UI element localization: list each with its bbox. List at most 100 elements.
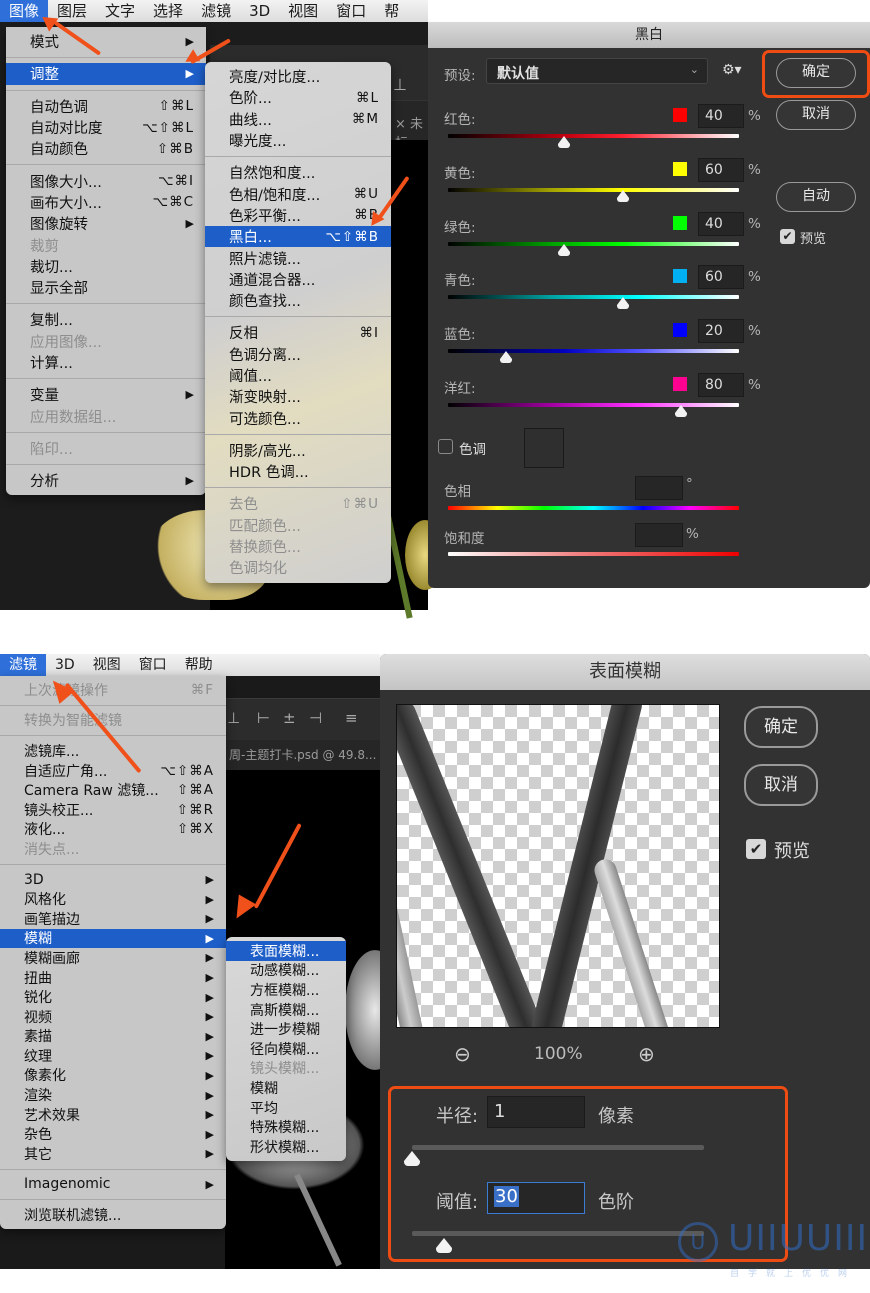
menu-item[interactable]: 色调分离... — [205, 344, 391, 365]
menubar-item[interactable]: 选择 — [144, 0, 192, 22]
menu-item[interactable]: 镜头模糊... — [226, 1059, 346, 1079]
menu-item[interactable]: 阴影/高光... — [205, 440, 391, 461]
menu-item[interactable]: 视频 ▶ — [0, 1007, 226, 1027]
menu-item[interactable]: 自然饱和度... — [205, 162, 391, 183]
menu-item[interactable]: 镜头校正... ⇧⌘R — [0, 800, 226, 820]
menu-item[interactable]: 色调均化 — [205, 557, 391, 578]
align-center-icon[interactable]: ± — [283, 709, 296, 727]
menu-item[interactable]: 裁剪 — [6, 234, 206, 255]
channel-value-input[interactable]: 60 — [698, 157, 744, 182]
menu-item[interactable]: 显示全部 — [6, 277, 206, 298]
ok-button[interactable]: 确定 — [744, 706, 818, 748]
channel-slider-track[interactable] — [448, 349, 739, 354]
channel-slider-track[interactable] — [448, 241, 739, 246]
menu-item[interactable]: Imagenomic ▶ — [0, 1175, 226, 1195]
preview-checkbox[interactable]: ✔ — [746, 839, 766, 859]
channel-value-input[interactable]: 80 — [698, 373, 744, 397]
menu-item[interactable]: 自动对比度 ⌥⇧⌘L — [6, 117, 206, 138]
menu-item[interactable]: 匹配颜色... — [205, 515, 391, 536]
menu-item[interactable]: 曲线... ⌘M — [205, 109, 391, 130]
menubar-item[interactable]: 滤镜 — [192, 0, 240, 22]
menu-item[interactable]: 消失点... — [0, 839, 226, 859]
menu-item[interactable]: 颜色查找... — [205, 290, 391, 311]
menu-item[interactable]: 分析 ▶ — [6, 470, 206, 491]
menu-item[interactable]: 形状模糊... — [226, 1137, 346, 1157]
channel-slider-track[interactable] — [448, 295, 739, 300]
menu-item[interactable]: 阈值... — [205, 365, 391, 386]
menubar-item[interactable]: 文字 — [96, 0, 144, 22]
menu-item[interactable]: 色阶... ⌘L — [205, 87, 391, 108]
menu-item[interactable]: 方框模糊... — [226, 980, 346, 1000]
menubar-item[interactable]: 窗口 — [327, 0, 375, 22]
channel-value-input[interactable]: 60 — [698, 265, 744, 290]
align-icon[interactable]: ⊥ — [393, 75, 407, 94]
menu-item[interactable]: 模糊 — [226, 1078, 346, 1098]
channel-slider-track[interactable] — [448, 134, 739, 138]
menu-item[interactable]: 画笔描边 ▶ — [0, 909, 226, 929]
menu-item[interactable]: 自动色调 ⇧⌘L — [6, 96, 206, 117]
menubar-item[interactable]: 3D — [240, 0, 279, 22]
gear-icon[interactable]: ⚙︎▾ — [722, 62, 742, 78]
tint-checkbox[interactable] — [438, 439, 453, 454]
menu-item[interactable]: 模糊画廊 ▶ — [0, 948, 226, 968]
menu-item[interactable]: 自适应广角... ⌥⇧⌘A — [0, 761, 226, 781]
menu-item[interactable]: 风格化 ▶ — [0, 889, 226, 909]
menu-item[interactable]: Camera Raw 滤镜... ⇧⌘A — [0, 780, 226, 800]
menubar-item[interactable]: 视图 — [279, 0, 327, 22]
saturation-input[interactable] — [635, 523, 683, 547]
menu-item[interactable]: 画布大小... ⌥⌘C — [6, 192, 206, 213]
menu-item[interactable]: 变量 ▶ — [6, 384, 206, 405]
menubar-item[interactable]: 帮助 — [176, 654, 222, 676]
zoom-out-icon[interactable]: ⊖ — [454, 1042, 471, 1066]
preset-select[interactable]: 默认值 ⌄ — [486, 58, 708, 84]
menu-item[interactable]: 可选颜色... — [205, 407, 391, 428]
menu-item[interactable]: 锐化 ▶ — [0, 987, 226, 1007]
channel-slider-track[interactable] — [448, 187, 739, 192]
zoom-in-icon[interactable]: ⊕ — [638, 1042, 655, 1066]
menu-item[interactable]: 应用图像... — [6, 331, 206, 352]
menu-item[interactable]: 去色 ⇧⌘U — [205, 493, 391, 514]
hue-input[interactable] — [635, 476, 683, 500]
menu-item[interactable]: 模糊 ▶ — [0, 928, 226, 949]
tint-color-swatch[interactable] — [524, 428, 564, 468]
menu-item[interactable]: 进一步模糊 — [226, 1019, 346, 1039]
menu-item[interactable]: 图像旋转 ▶ — [6, 213, 206, 234]
document-tab-title[interactable]: 周-主题打卡.psd @ 49.8... — [229, 746, 376, 763]
menubar-item[interactable]: 帮 — [375, 0, 408, 22]
preview-pane[interactable] — [396, 704, 720, 1028]
menu-item[interactable]: 平均 — [226, 1098, 346, 1118]
menu-item[interactable]: 亮度/对比度... — [205, 66, 391, 87]
menu-item[interactable]: 色相/饱和度... ⌘U — [205, 183, 391, 204]
menu-item[interactable]: 表面模糊... — [226, 941, 346, 961]
channel-slider-thumb[interactable] — [558, 136, 571, 148]
menu-item[interactable]: 上次滤镜操作 ⌘F — [0, 680, 226, 700]
menu-item[interactable]: 模式 ▶ — [6, 31, 206, 52]
menu-item[interactable]: 渲染 ▶ — [0, 1085, 226, 1105]
distribute-icon[interactable]: ≡ — [345, 709, 358, 727]
cancel-button[interactable]: 取消 — [776, 100, 856, 130]
align-left-icon[interactable]: ⊢ — [257, 709, 270, 727]
menu-item[interactable]: 径向模糊... — [226, 1039, 346, 1059]
menu-item[interactable]: 渐变映射... — [205, 386, 391, 407]
menu-item[interactable]: 纹理 ▶ — [0, 1046, 226, 1066]
align-right-icon[interactable]: ⊣ — [309, 709, 322, 727]
channel-value-input[interactable]: 40 — [698, 211, 744, 236]
menu-item[interactable]: 反相 ⌘I — [205, 322, 391, 343]
align-bottom-icon[interactable]: ⊥ — [227, 709, 240, 727]
menu-item[interactable]: 浏览联机滤镜... — [0, 1205, 226, 1225]
bottom-document-tab[interactable]: 周-主题打卡.psd @ 49.8... — [225, 740, 380, 770]
menu-item[interactable]: 裁切... — [6, 256, 206, 277]
menu-item[interactable]: 素描 ▶ — [0, 1027, 226, 1047]
channel-value-input[interactable]: 40 — [698, 104, 744, 128]
hue-slider-track[interactable] — [448, 506, 739, 510]
channel-slider-thumb[interactable] — [500, 351, 513, 364]
menu-item[interactable]: 曝光度... — [205, 130, 391, 151]
menubar-item[interactable]: 滤镜 — [0, 654, 46, 676]
menu-item[interactable]: 扭曲 ▶ — [0, 968, 226, 988]
auto-button[interactable]: 自动 — [776, 182, 856, 212]
menu-item[interactable]: 调整 ▶ — [6, 63, 206, 85]
menu-item[interactable]: 通道混合器... — [205, 269, 391, 290]
menubar-item[interactable]: 窗口 — [130, 654, 176, 676]
menu-item[interactable]: 黑白... ⌥⇧⌘B — [205, 226, 391, 248]
menubar-item[interactable]: 视图 — [84, 654, 130, 676]
